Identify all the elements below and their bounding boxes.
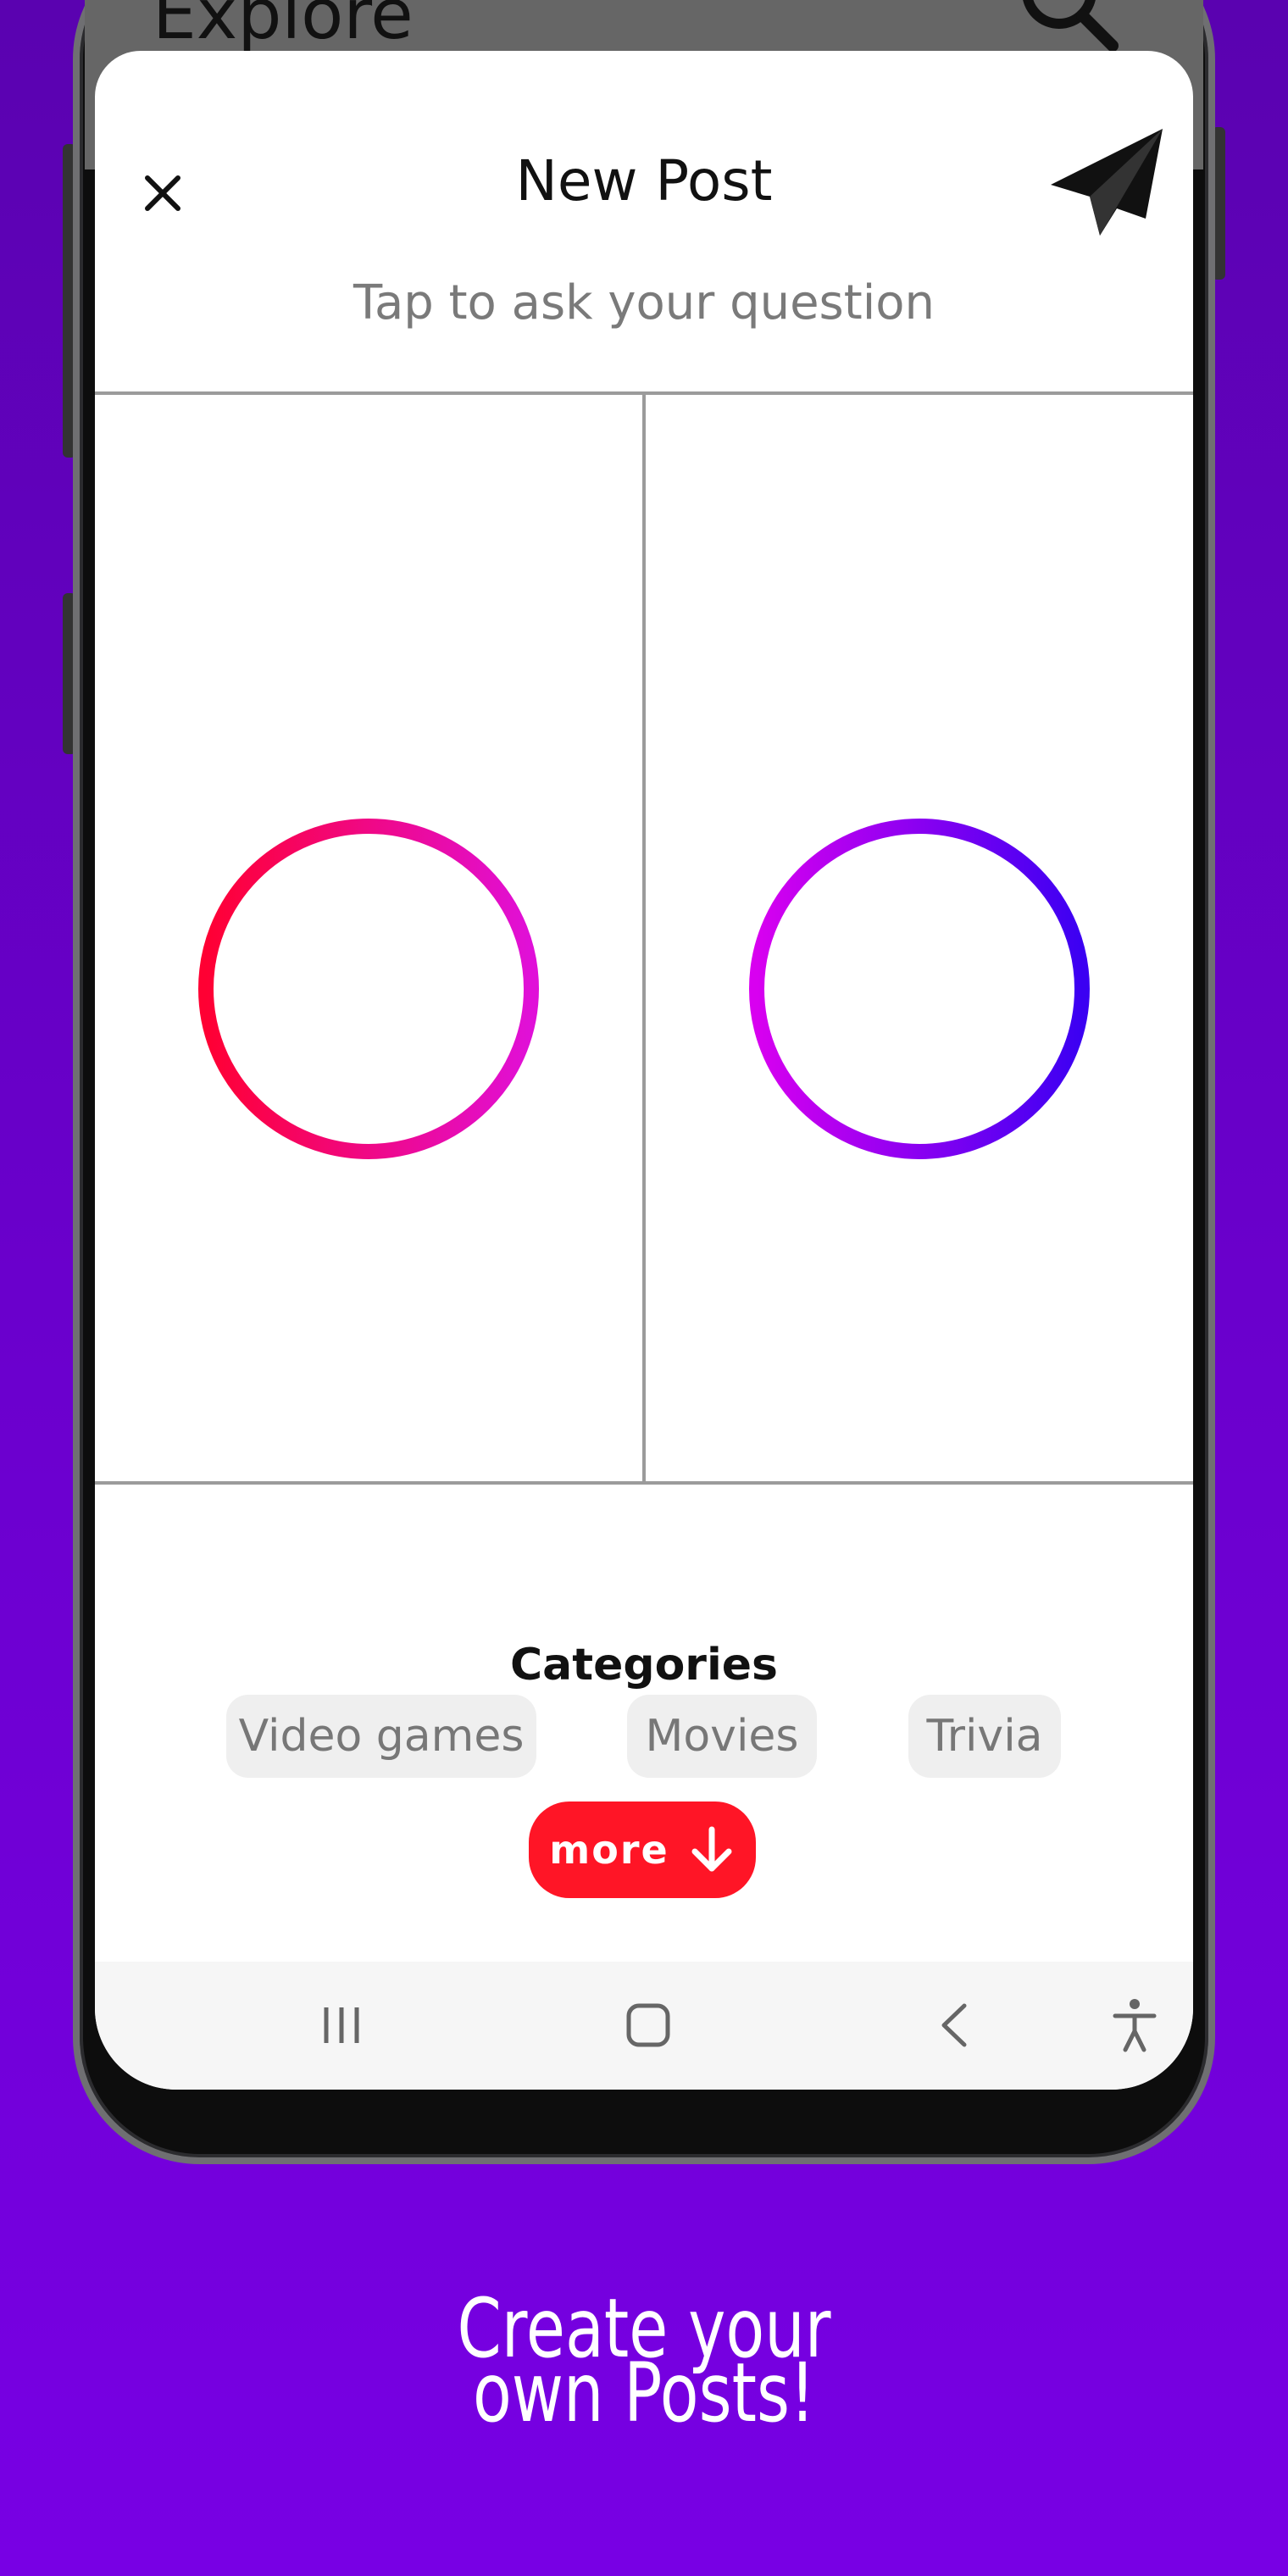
accessibility-icon[interactable] — [1105, 1996, 1164, 2055]
divider — [95, 1481, 1193, 1485]
page-title: New Post — [515, 148, 773, 214]
question-input[interactable]: Tap to ask your question — [95, 275, 1193, 330]
add-circle-icon — [198, 819, 539, 1159]
system-nav-bar — [95, 1962, 1193, 2090]
background-app-title: Explore — [153, 0, 414, 55]
more-categories-button[interactable]: more — [529, 1802, 756, 1898]
back-icon[interactable] — [925, 1996, 985, 2055]
categories-heading: Categories — [509, 1640, 778, 1690]
search-icon — [1023, 0, 1119, 51]
image-slot-left[interactable] — [95, 393, 642, 1481]
new-post-sheet: New Post Tap to ask your question Catego… — [95, 51, 1193, 2090]
add-circle-icon — [749, 819, 1090, 1159]
recents-icon[interactable] — [312, 1996, 371, 2055]
arrow-down-icon — [691, 1826, 732, 1872]
more-button-label: more — [549, 1827, 669, 1873]
promo-caption-line-2: own Posts! — [472, 2346, 816, 2440]
image-slot-right[interactable] — [646, 393, 1193, 1481]
category-chip-movies[interactable]: Movies — [627, 1695, 817, 1778]
paper-plane-icon[interactable] — [1046, 124, 1173, 242]
category-chip-trivia[interactable]: Trivia — [908, 1695, 1061, 1778]
category-chip-video-games[interactable]: Video games — [226, 1695, 536, 1778]
home-icon[interactable] — [619, 1996, 678, 2055]
